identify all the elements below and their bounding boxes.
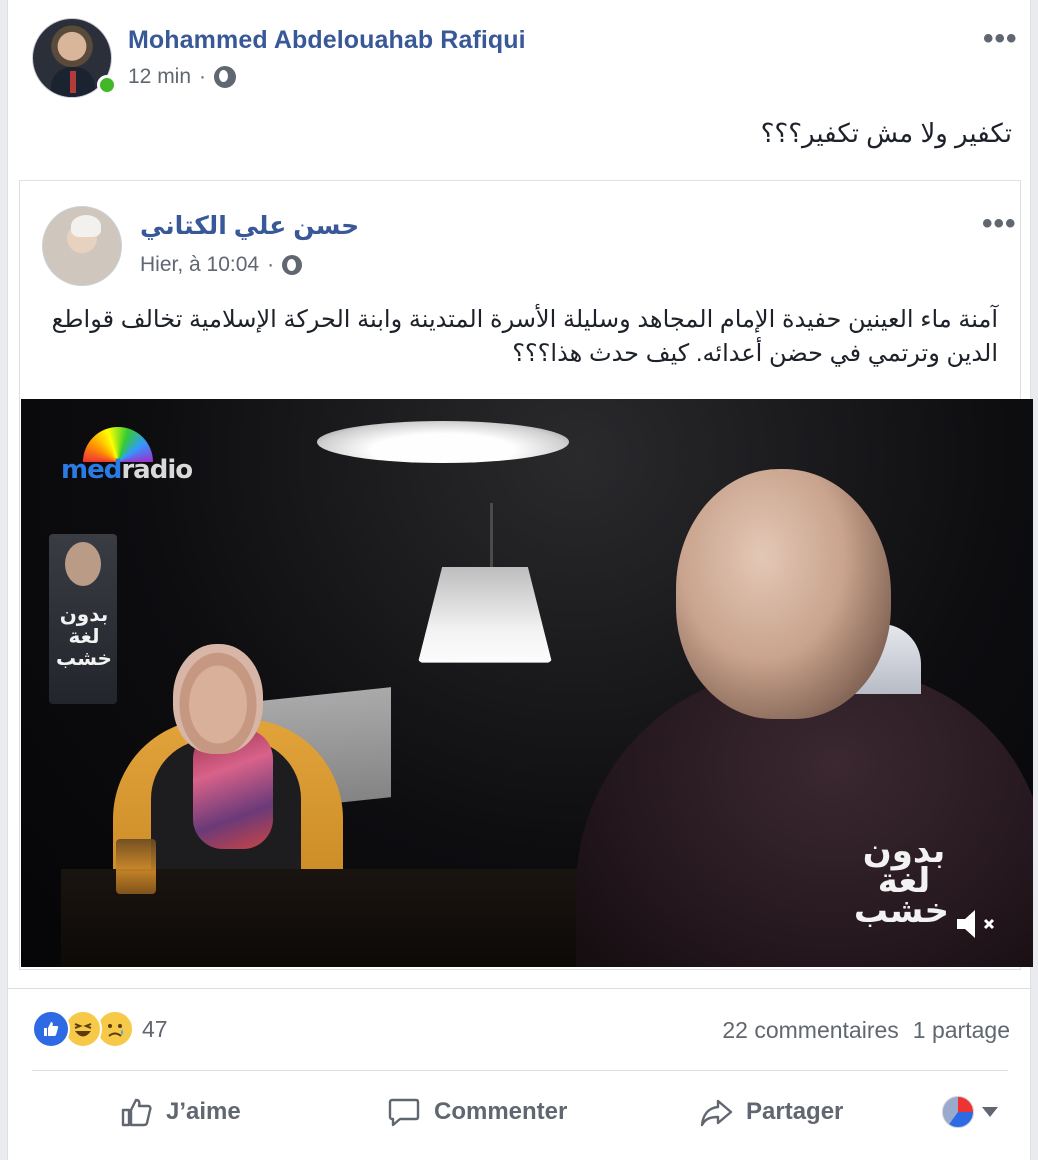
- shared-timestamp[interactable]: Hier, à 10:04: [140, 253, 259, 277]
- post-actions: J’aime Commenter Partager: [32, 1078, 1008, 1148]
- author-name[interactable]: Mohammed Abdelouahab Rafiqui: [128, 26, 526, 55]
- video-player[interactable]: medradio بدون لغة خشب بدون لغة خشب: [21, 399, 1033, 967]
- online-status-dot: [97, 75, 117, 95]
- profile-mini-avatar: [942, 1096, 974, 1128]
- poster-text: بدون لغة خشب: [56, 604, 112, 670]
- reaction-count[interactable]: 47: [142, 1016, 168, 1043]
- speaker-muted-icon[interactable]: [955, 907, 1001, 941]
- reaction-summary[interactable]: 47: [32, 1010, 168, 1048]
- chevron-down-icon: [982, 1107, 998, 1117]
- shared-post-meta: Hier, à 10:04 ·: [140, 253, 303, 277]
- video-guest-head: [173, 644, 263, 754]
- shared-author-name[interactable]: حسن علي الكتاني: [140, 211, 359, 241]
- divider: [32, 1070, 1008, 1071]
- share-button-label: Partager: [746, 1098, 844, 1125]
- show-poster: بدون لغة خشب: [49, 534, 117, 704]
- shares-count-link[interactable]: 1 partage: [913, 1017, 1010, 1044]
- more-options-icon[interactable]: •••: [983, 24, 1018, 54]
- comment-button[interactable]: Commenter: [386, 1094, 567, 1130]
- poster-portrait: [65, 542, 101, 586]
- like-button-label: J’aime: [166, 1098, 241, 1125]
- comment-bubble-icon: [388, 1098, 420, 1127]
- avatar-tie: [70, 71, 76, 93]
- share-arrow-icon: [700, 1099, 733, 1127]
- post-stats: 22 commentaires 1 partage: [722, 1017, 1010, 1044]
- comments-count-link[interactable]: 22 commentaires: [722, 1017, 898, 1044]
- video-lamp-cord: [490, 503, 493, 573]
- reaction-profile-selector[interactable]: [942, 1096, 998, 1128]
- meta-separator: ·: [267, 253, 275, 276]
- divider: [8, 988, 1030, 989]
- shared-post-text: آمنة ماء العينين حفيدة الإمام المجاهد وس…: [51, 306, 998, 367]
- globe-icon[interactable]: [282, 255, 303, 275]
- video-lamp-shade: [418, 567, 552, 663]
- avatar-turban: [71, 215, 101, 237]
- meta-separator: ·: [199, 65, 207, 88]
- thumbs-up-icon: [121, 1098, 152, 1127]
- video-glass: [116, 839, 156, 894]
- shared-more-options-icon[interactable]: •••: [982, 209, 1017, 239]
- post-timestamp[interactable]: 12 min: [128, 65, 191, 89]
- share-button[interactable]: Partager: [698, 1094, 843, 1130]
- logo-text: medradio: [61, 455, 193, 485]
- video-lamp-top: [317, 421, 569, 463]
- post-meta: 12 min ·: [128, 65, 237, 89]
- feed-post: Mohammed Abdelouahab Rafiqui 12 min · ••…: [7, 0, 1033, 1160]
- show-watermark: بدون لغة خشب: [853, 832, 949, 930]
- post-text: تكفير ولا مش تكفير؟؟؟: [760, 118, 1012, 148]
- comment-button-label: Commenter: [434, 1098, 568, 1125]
- medradio-logo: medradio: [61, 427, 193, 489]
- video-host-head: [676, 469, 891, 719]
- shared-post[interactable]: حسن علي الكتاني Hier, à 10:04 · ••• آمنة…: [19, 180, 1033, 970]
- like-button[interactable]: J’aime: [118, 1094, 241, 1130]
- shared-author-avatar[interactable]: [42, 206, 122, 286]
- like-reaction-icon: [32, 1010, 70, 1048]
- globe-icon[interactable]: [214, 66, 237, 88]
